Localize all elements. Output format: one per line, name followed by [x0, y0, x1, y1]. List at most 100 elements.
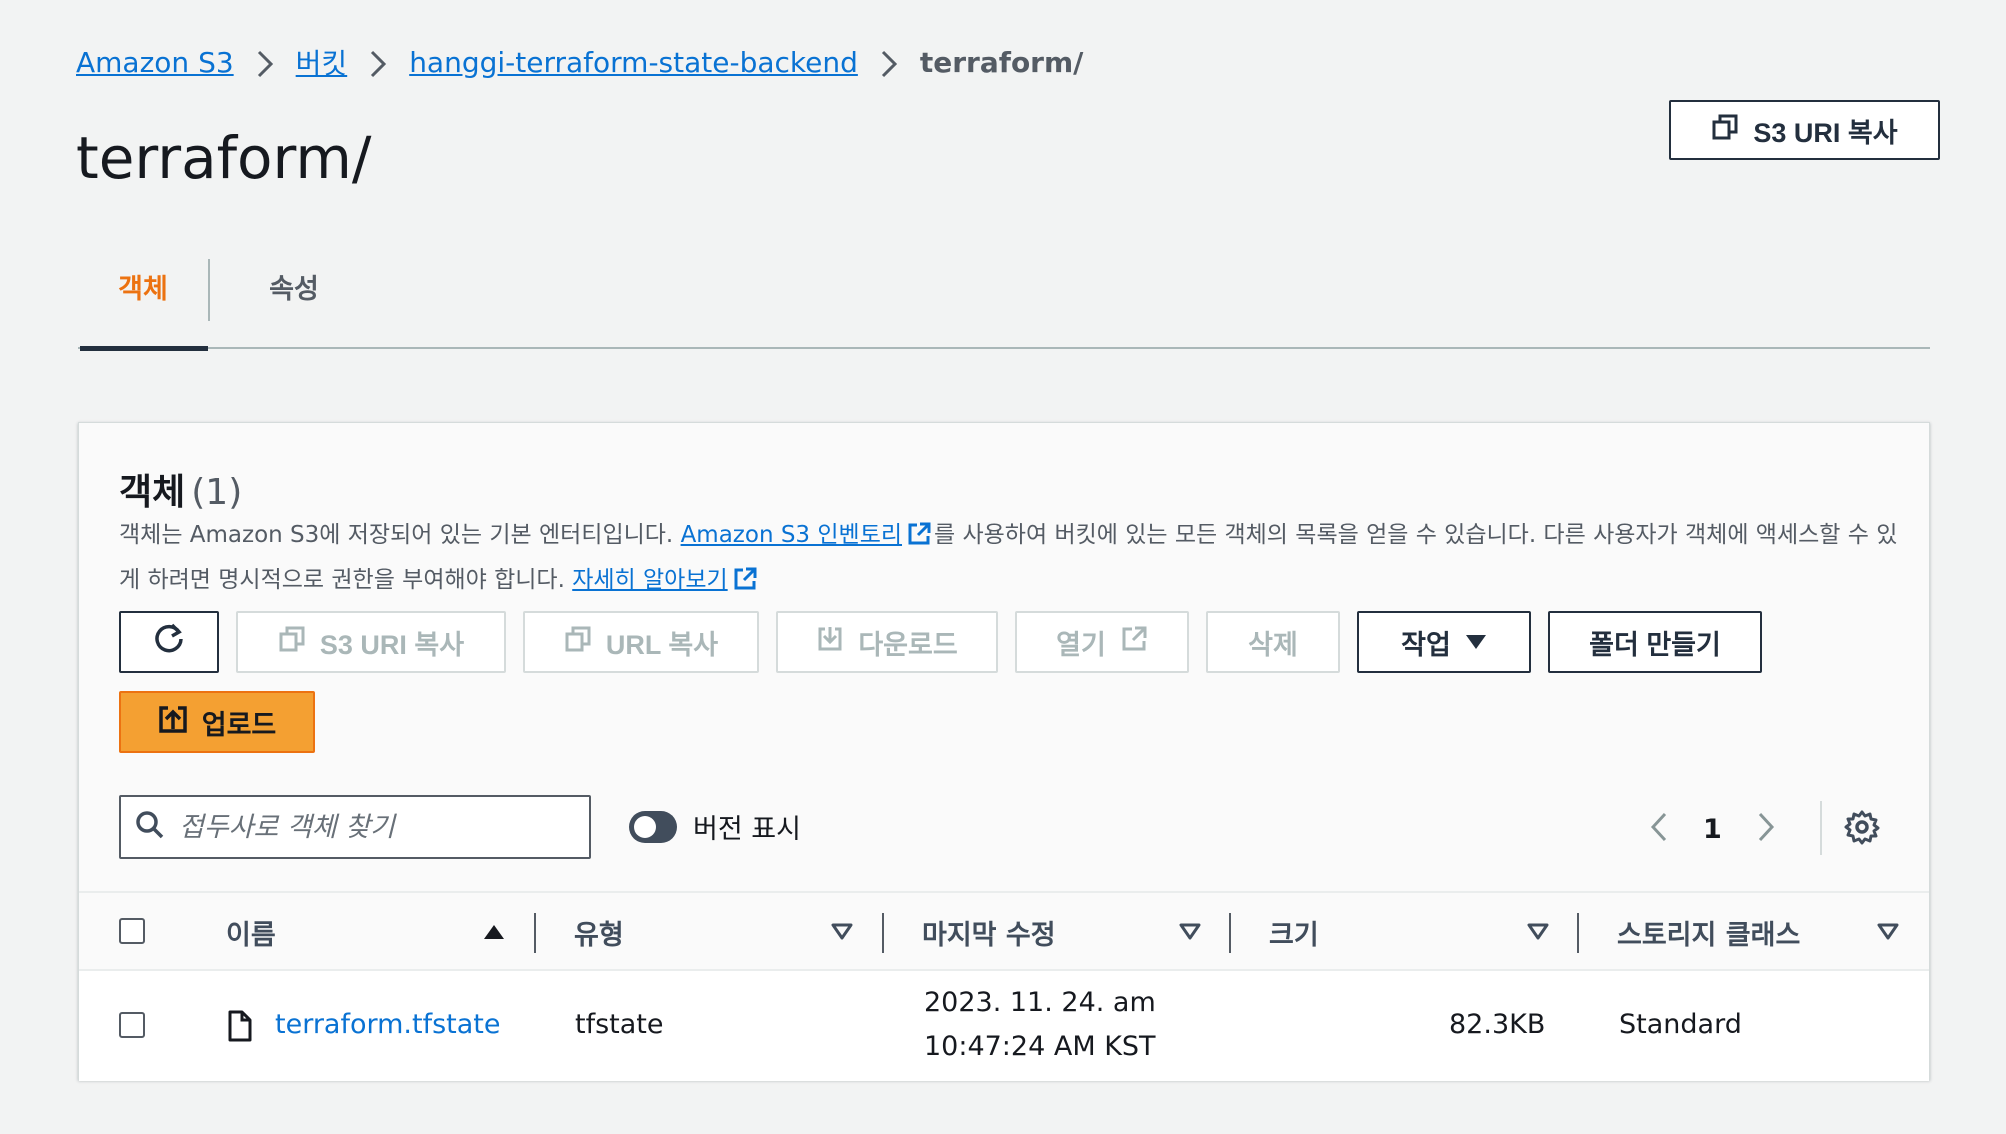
open-button[interactable]: 열기 — [1015, 611, 1189, 673]
current-page-number[interactable]: 1 — [1703, 814, 1722, 845]
chevron-right-icon — [858, 46, 920, 79]
object-name-link[interactable]: terraform.tfstate — [275, 1009, 501, 1040]
upload-button[interactable]: 업로드 — [119, 691, 315, 753]
download-button-label: 다운로드 — [858, 629, 958, 660]
tab-properties-label: 속성 — [269, 274, 319, 305]
breadcrumb-bucket-name[interactable]: hanggi-terraform-state-backend — [409, 46, 858, 79]
show-versions-toggle[interactable]: 버전 표시 — [629, 807, 801, 846]
actions-button-label: 작업 — [1401, 629, 1451, 660]
tab-objects[interactable]: 객체 — [78, 255, 208, 351]
s3-console-page: Amazon S3 버킷 hanggi-terraform-state-back… — [0, 0, 2006, 1134]
object-storage-class: Standard — [1619, 1009, 1742, 1040]
tab-objects-label: 객체 — [118, 274, 168, 305]
column-separator[interactable] — [1577, 913, 1579, 953]
column-header-storage-class[interactable]: 스토리지 클래스 — [1617, 893, 1857, 971]
s3-inventory-link-label: Amazon S3 인벤토리 — [680, 522, 903, 548]
column-size-label: 크기 — [1269, 919, 1319, 951]
caret-down-icon — [1465, 627, 1487, 658]
search-input[interactable] — [179, 811, 579, 843]
pagination-divider — [1820, 801, 1822, 855]
column-separator[interactable] — [1229, 913, 1231, 953]
objects-panel: 객체 (1) 객체는 Amazon S3에 저장되어 있는 기본 엔터티입니다. … — [78, 422, 1930, 1081]
table-row[interactable]: terraform.tfstate tfstate 2023. 11. 24. … — [79, 971, 1929, 1081]
previous-page-icon[interactable] — [1649, 811, 1669, 847]
breadcrumb-amazon-s3[interactable]: Amazon S3 — [76, 46, 234, 79]
object-size: 82.3KB — [1449, 1009, 1546, 1040]
column-name-label: 이름 — [226, 919, 276, 951]
copy-icon — [278, 625, 306, 660]
next-page-icon[interactable] — [1756, 811, 1776, 847]
download-icon — [816, 625, 844, 660]
objects-table: 이름 유형 마지막 수정 크기 스토리지 클래스 terraform.tfsta… — [79, 891, 1929, 1081]
sort-caret-down-icon[interactable] — [831, 923, 853, 945]
breadcrumb-buckets[interactable]: 버킷 — [296, 42, 348, 82]
chevron-right-icon — [347, 46, 409, 79]
create-folder-button-label: 폴더 만들기 — [1589, 629, 1721, 660]
objects-toolbar: S3 URI 복사 URL 복사 다운로드 열기 삭제 작업 폴더 만들기 — [119, 611, 1762, 673]
object-type: tfstate — [575, 1009, 664, 1040]
sort-caret-down-icon[interactable] — [1179, 923, 1201, 945]
row-checkbox[interactable] — [119, 1012, 145, 1038]
copy-s3-uri-header-button[interactable]: S3 URI 복사 — [1669, 100, 1940, 160]
learn-more-link-label: 자세히 알아보기 — [572, 567, 728, 593]
copy-s3-uri-label: S3 URI 복사 — [1753, 117, 1898, 148]
pagination: 1 — [1649, 811, 1776, 847]
copy-s3-uri-button[interactable]: S3 URI 복사 — [236, 611, 506, 673]
create-folder-button[interactable]: 폴더 만들기 — [1548, 611, 1762, 673]
active-tab-indicator — [80, 346, 208, 351]
gear-icon[interactable] — [1844, 809, 1880, 849]
objects-description: 객체는 Amazon S3에 저장되어 있는 기본 엔터티입니다. Amazon… — [119, 515, 1909, 605]
delete-button[interactable]: 삭제 — [1206, 611, 1340, 673]
objects-panel-title: 객체 (1) — [119, 463, 242, 515]
column-type-label: 유형 — [574, 919, 624, 951]
page-title: terraform/ — [76, 124, 372, 192]
copy-icon — [1711, 113, 1739, 148]
breadcrumb-current: terraform/ — [919, 45, 1084, 79]
column-separator[interactable] — [882, 913, 884, 953]
upload-button-label: 업로드 — [201, 709, 277, 740]
sort-caret-down-icon[interactable] — [1527, 923, 1549, 945]
chevron-right-icon — [234, 46, 296, 79]
sort-ascending-icon[interactable] — [483, 923, 505, 945]
search-icon — [135, 810, 165, 844]
refresh-icon — [152, 622, 186, 663]
search-field[interactable] — [119, 795, 591, 859]
column-header-last-modified[interactable]: 마지막 수정 — [922, 893, 1142, 971]
learn-more-link[interactable]: 자세히 알아보기 — [572, 567, 759, 593]
object-modified-date: 2023. 11. 24. am — [924, 987, 1156, 1018]
tab-bar: 객체 속성 — [78, 255, 1930, 351]
tab-properties[interactable]: 속성 — [238, 255, 350, 349]
column-header-name[interactable]: 이름 — [226, 893, 476, 971]
objects-title-text: 객체 — [119, 472, 186, 513]
toggle-switch[interactable] — [629, 810, 677, 843]
file-icon — [227, 1009, 253, 1047]
external-link-icon — [732, 565, 758, 605]
refresh-button[interactable] — [119, 611, 219, 673]
toggle-knob — [634, 815, 656, 838]
copy-s3-uri-button-label: S3 URI 복사 — [319, 629, 465, 660]
external-link-icon — [906, 520, 932, 560]
object-modified-time: 10:47:24 AM KST — [924, 1031, 1156, 1062]
copy-url-button-label: URL 복사 — [605, 629, 719, 660]
actions-dropdown-button[interactable]: 작업 — [1357, 611, 1531, 673]
column-separator[interactable] — [534, 913, 536, 953]
sort-caret-down-icon[interactable] — [1877, 923, 1899, 945]
external-link-icon — [1120, 625, 1148, 660]
table-header: 이름 유형 마지막 수정 크기 스토리지 클래스 — [79, 891, 1929, 971]
upload-icon — [158, 704, 188, 741]
copy-icon — [564, 625, 592, 660]
select-all-checkbox[interactable] — [119, 918, 145, 944]
desc-text-1: 객체는 Amazon S3에 저장되어 있는 기본 엔터티입니다. — [119, 522, 681, 548]
delete-button-label: 삭제 — [1248, 629, 1298, 660]
column-header-type[interactable]: 유형 — [574, 893, 774, 971]
download-button[interactable]: 다운로드 — [776, 611, 998, 673]
objects-count: (1) — [191, 472, 243, 513]
s3-inventory-link[interactable]: Amazon S3 인벤토리 — [681, 522, 934, 548]
copy-url-button[interactable]: URL 복사 — [523, 611, 759, 673]
column-last-modified-label: 마지막 수정 — [922, 919, 1056, 951]
breadcrumb: Amazon S3 버킷 hanggi-terraform-state-back… — [76, 42, 1083, 82]
show-versions-label: 버전 표시 — [693, 814, 801, 845]
column-header-size[interactable]: 크기 — [1269, 893, 1469, 971]
column-storage-class-label: 스토리지 클래스 — [1617, 919, 1801, 951]
tab-divider — [208, 259, 210, 321]
